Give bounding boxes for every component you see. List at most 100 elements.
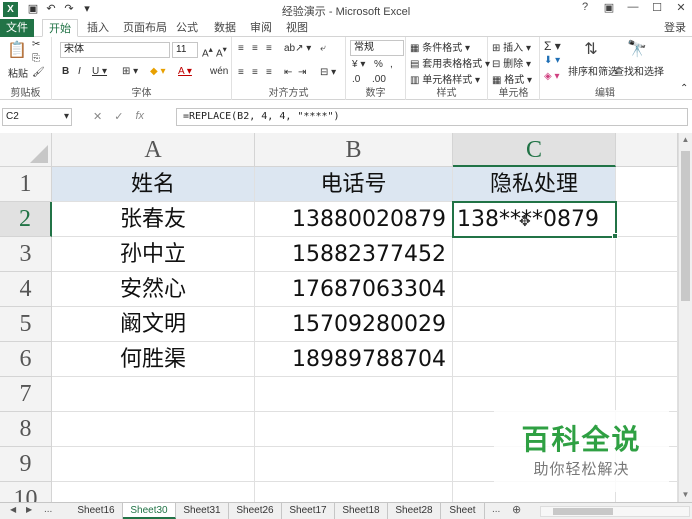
bold-icon[interactable]: B — [62, 66, 69, 77]
font-grow-icon[interactable]: A▴ — [202, 44, 213, 59]
cell-c7[interactable] — [453, 377, 616, 412]
insert-function-icon[interactable]: fx — [135, 110, 144, 123]
scroll-up-icon[interactable]: ▲ — [679, 133, 692, 147]
tab-insert[interactable]: 插入 — [83, 19, 113, 37]
border-icon[interactable]: ⊞ ▾ — [122, 66, 138, 77]
close-button[interactable]: ✕ — [674, 1, 688, 14]
sheet-next-icon[interactable]: ▶ — [26, 505, 32, 514]
merge-center-icon[interactable]: ⊟ ▾ — [320, 67, 336, 78]
font-size-select[interactable]: 11 — [172, 42, 198, 58]
row-header-1[interactable]: 1 — [0, 167, 52, 202]
font-name-select[interactable]: 宋体 — [60, 42, 170, 58]
cell-a6[interactable]: 何胜渠 — [52, 342, 255, 377]
tab-formulas[interactable]: 公式 — [174, 19, 200, 37]
tab-home[interactable]: 开始 — [42, 19, 78, 37]
align-top-icon[interactable]: ≡ — [238, 43, 244, 54]
format-as-table-button[interactable]: ▤ 套用表格格式 ▾ — [410, 55, 490, 70]
cell-b6[interactable]: 18989788704 — [255, 342, 453, 377]
orientation-icon[interactable]: ab↗ ▾ — [284, 43, 311, 54]
italic-icon[interactable]: I — [78, 66, 81, 77]
row-header-6[interactable]: 6 — [0, 342, 52, 377]
new-sheet-icon[interactable]: ⊕ — [512, 503, 521, 516]
wrap-text-icon[interactable]: ⤶ — [320, 43, 326, 54]
cell-c5[interactable] — [453, 307, 616, 342]
cell-c4[interactable] — [453, 272, 616, 307]
fill-handle[interactable] — [612, 233, 618, 239]
number-format-select[interactable]: 常规 — [350, 40, 404, 56]
cell-a10[interactable] — [52, 482, 255, 502]
align-right-icon[interactable]: ≡ — [266, 67, 272, 78]
decrease-indent-icon[interactable]: ⇤ — [284, 67, 292, 78]
cell-d2[interactable] — [616, 202, 678, 237]
name-box-dropdown-icon[interactable]: ▾ — [64, 111, 69, 122]
sheet-tab-active[interactable]: Sheet30 — [123, 503, 176, 519]
align-middle-icon[interactable]: ≡ — [252, 43, 258, 54]
cell-b3[interactable]: 15882377452 — [255, 237, 453, 272]
sheet-tab[interactable]: Sheet31 — [176, 503, 229, 519]
sort-filter-icon[interactable]: ⇅ — [580, 39, 602, 61]
autosum-icon[interactable]: Σ ▾ — [544, 39, 561, 53]
collapse-ribbon-icon[interactable]: ⌃ — [680, 83, 688, 94]
name-box[interactable]: C2 — [2, 108, 72, 126]
scroll-down-icon[interactable]: ▼ — [679, 488, 692, 502]
login-link[interactable]: 登录 — [664, 19, 686, 37]
cancel-icon[interactable]: ✕ — [93, 110, 102, 123]
sheet-more-left-icon[interactable]: ... — [44, 504, 52, 515]
cut-icon[interactable]: ✂ — [32, 39, 40, 50]
cell-b8[interactable] — [255, 412, 453, 447]
cell-b2[interactable]: 13880020879 — [255, 202, 453, 237]
horizontal-scroll-thumb[interactable] — [553, 508, 613, 515]
sheet-tab[interactable]: Sheet17 — [282, 503, 335, 519]
row-header-9[interactable]: 9 — [0, 447, 52, 482]
tab-file[interactable]: 文件 — [0, 19, 34, 37]
sheet-prev-icon[interactable]: ◀ — [10, 505, 16, 514]
sheet-more-right-icon[interactable]: ... — [492, 504, 500, 515]
align-bottom-icon[interactable]: ≡ — [266, 43, 272, 54]
cell-a5[interactable]: 阚文明 — [52, 307, 255, 342]
cell-a2[interactable]: 张春友 — [52, 202, 255, 237]
minimize-button[interactable]: — — [626, 1, 640, 14]
cell-a9[interactable] — [52, 447, 255, 482]
tab-view[interactable]: 视图 — [284, 19, 310, 37]
formula-input[interactable]: =REPLACE(B2, 4, 4, "****") — [176, 108, 688, 126]
column-header-c[interactable]: C — [453, 133, 616, 167]
cell-c6[interactable] — [453, 342, 616, 377]
row-header-5[interactable]: 5 — [0, 307, 52, 342]
phonetic-icon[interactable]: wén — [210, 66, 228, 77]
row-header-2[interactable]: 2 — [0, 202, 52, 237]
cell-d1[interactable] — [616, 167, 678, 202]
enter-icon[interactable]: ✓ — [114, 110, 123, 123]
paste-icon[interactable]: 📋 — [6, 40, 28, 62]
ribbon-display-button[interactable]: ▣ — [602, 1, 616, 14]
cell-a7[interactable] — [52, 377, 255, 412]
vertical-scroll-thumb[interactable] — [681, 151, 690, 301]
cell-a3[interactable]: 孙中立 — [52, 237, 255, 272]
tab-review[interactable]: 审阅 — [248, 19, 274, 37]
format-painter-icon[interactable]: 🖌 — [32, 67, 45, 78]
cell-b5[interactable]: 15709280029 — [255, 307, 453, 342]
sheet-tab[interactable]: Sheet26 — [229, 503, 282, 519]
tab-page-layout[interactable]: 页面布局 — [120, 19, 170, 37]
cell-a8[interactable] — [52, 412, 255, 447]
find-select-icon[interactable]: 🔭 — [626, 39, 648, 61]
vertical-scrollbar[interactable]: ▲ ▼ — [678, 133, 692, 502]
column-header-d[interactable] — [616, 133, 678, 167]
sheet-tab[interactable]: Sheet16 — [70, 503, 123, 519]
percent-icon[interactable]: % — [374, 59, 383, 70]
find-select-button[interactable]: 查找和选择 — [614, 63, 664, 78]
fill-icon[interactable]: ⬇ ▾ — [544, 55, 560, 66]
cell-c1[interactable]: 隐私处理 — [453, 167, 616, 202]
cell-a1[interactable]: 姓名 — [52, 167, 255, 202]
row-header-7[interactable]: 7 — [0, 377, 52, 412]
sort-filter-button[interactable]: 排序和筛选 — [568, 63, 618, 78]
delete-cells-button[interactable]: ⊟ 删除 ▾ — [492, 55, 531, 70]
row-header-10[interactable]: 10 — [0, 482, 52, 502]
font-color-icon[interactable]: A ▾ — [178, 66, 192, 77]
underline-icon[interactable]: U ▾ — [92, 66, 107, 77]
increase-indent-icon[interactable]: ⇥ — [298, 67, 306, 78]
insert-cells-button[interactable]: ⊞ 插入 ▾ — [492, 39, 531, 54]
cell-d6[interactable] — [616, 342, 678, 377]
cell-d5[interactable] — [616, 307, 678, 342]
fill-color-icon[interactable]: ◆ ▾ — [150, 66, 166, 77]
cell-b9[interactable] — [255, 447, 453, 482]
